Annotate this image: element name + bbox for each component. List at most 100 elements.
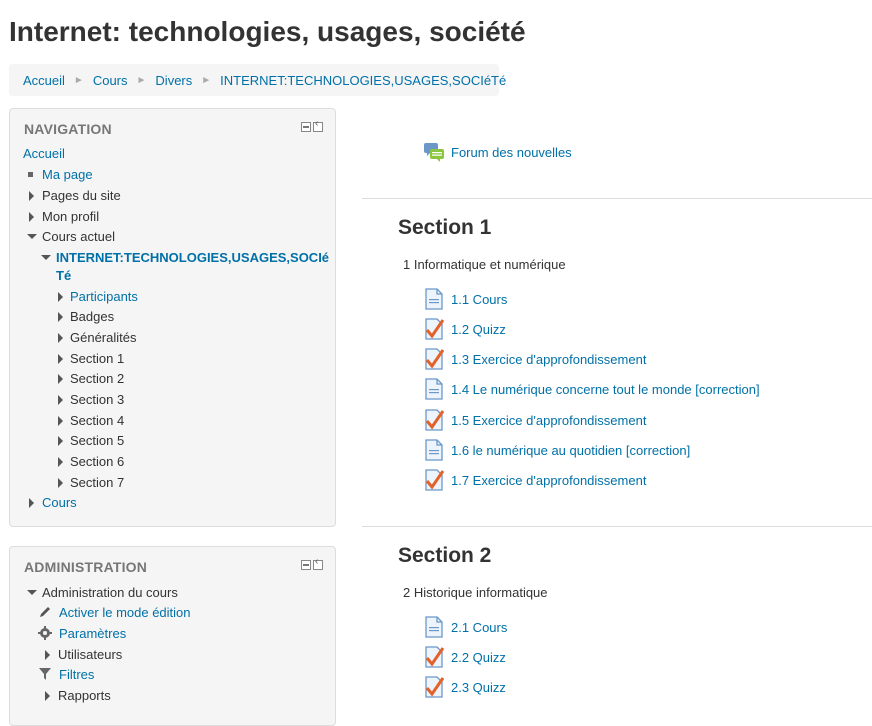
expanded-arrow-icon <box>41 255 51 260</box>
admin-users-label: Utilisateurs <box>58 647 123 662</box>
page-title: Internet: technologies, usages, société <box>9 16 526 47</box>
admin-course-admin[interactable]: Administration du cours <box>27 584 178 602</box>
quiz-icon <box>425 646 445 668</box>
activity-item[interactable]: 1.1 Cours <box>423 288 507 310</box>
nav-section-label: Section 2 <box>70 371 125 386</box>
page-icon <box>425 616 443 638</box>
minimize-icon[interactable] <box>301 560 311 570</box>
admin-filters[interactable]: Filtres <box>38 666 94 684</box>
activity-item[interactable]: 2.3 Quizz <box>423 676 506 698</box>
quiz-icon <box>425 318 445 340</box>
breadcrumb-separator-icon: ► <box>136 74 147 86</box>
nav-course-name[interactable]: INTERNET:TECHNOLOGIES,USAGES,SOCIé <box>41 249 329 267</box>
activity-item[interactable]: 1.6 le numérique au quotidien [correctio… <box>423 439 690 461</box>
dock-icon[interactable] <box>313 556 323 570</box>
nav-section-2[interactable]: Section 2 <box>56 370 124 388</box>
dock-icon[interactable] <box>313 118 323 132</box>
breadcrumb-course[interactable]: INTERNET:TECHNOLOGIES,USAGES,SOCIéTé <box>220 73 506 88</box>
administration-header: ADMINISTRATION <box>24 559 148 575</box>
activity-label[interactable]: 2.2 Quizz <box>451 650 506 665</box>
nav-current-course-label: Cours actuel <box>42 229 115 244</box>
admin-edit-mode-label[interactable]: Activer le mode édition <box>59 605 191 620</box>
nav-section-label: Section 6 <box>70 454 125 469</box>
activity-label[interactable]: 2.1 Cours <box>451 620 507 635</box>
nav-section-4[interactable]: Section 4 <box>56 412 124 430</box>
activity-item[interactable]: 1.3 Exercice d'approfondissement <box>423 348 646 370</box>
nav-section-7[interactable]: Section 7 <box>56 474 124 492</box>
activity-item[interactable]: 1.7 Exercice d'approfondissement <box>423 469 646 491</box>
bullet-icon <box>28 172 33 177</box>
nav-badges[interactable]: Badges <box>56 308 114 326</box>
activity-item[interactable]: 1.4 Le numérique concerne tout le monde … <box>423 378 760 400</box>
nav-my-page[interactable]: Ma page <box>27 166 93 184</box>
page-icon <box>425 439 443 461</box>
nav-home[interactable]: Accueil <box>23 145 65 163</box>
nav-courses-label[interactable]: Cours <box>42 495 77 510</box>
nav-participants[interactable]: Participants <box>56 288 138 306</box>
collapsed-arrow-icon <box>58 436 63 446</box>
breadcrumb-category[interactable]: Divers <box>155 73 192 88</box>
collapsed-arrow-icon <box>58 457 63 467</box>
expanded-arrow-icon <box>27 590 37 595</box>
nav-generalities[interactable]: Généralités <box>56 329 136 347</box>
forum-news-label[interactable]: Forum des nouvelles <box>451 145 572 160</box>
activity-label[interactable]: 1.4 Le numérique concerne tout le monde … <box>451 382 760 397</box>
activity-item[interactable]: 1.5 Exercice d'approfondissement <box>423 409 646 431</box>
nav-participants-label[interactable]: Participants <box>70 289 138 304</box>
nav-section-3[interactable]: Section 3 <box>56 391 124 409</box>
admin-edit-mode[interactable]: Activer le mode édition <box>38 604 191 622</box>
collapsed-arrow-icon <box>58 374 63 384</box>
page-icon <box>425 378 443 400</box>
filter-icon <box>39 668 51 680</box>
gear-icon <box>38 626 52 640</box>
nav-site-pages[interactable]: Pages du site <box>27 187 121 205</box>
breadcrumb-courses[interactable]: Cours <box>93 73 128 88</box>
admin-reports[interactable]: Rapports <box>43 687 111 705</box>
nav-section-label: Section 7 <box>70 475 125 490</box>
administration-controls <box>301 556 323 570</box>
activity-label[interactable]: 1.5 Exercice d'approfondissement <box>451 413 646 428</box>
admin-settings-label[interactable]: Paramètres <box>59 626 126 641</box>
nav-my-profile[interactable]: Mon profil <box>27 208 99 226</box>
nav-section-label: Section 1 <box>70 351 125 366</box>
collapsed-arrow-icon <box>45 691 50 701</box>
nav-badges-label: Badges <box>70 309 115 324</box>
activity-label[interactable]: 1.6 le numérique au quotidien [correctio… <box>451 443 690 458</box>
admin-users[interactable]: Utilisateurs <box>43 646 122 664</box>
collapsed-arrow-icon <box>58 478 63 488</box>
nav-course-name-line2[interactable]: Té <box>56 267 71 285</box>
section-title: Section 2 <box>398 544 492 567</box>
nav-course-name-line1[interactable]: INTERNET:TECHNOLOGIES,USAGES,SOCIé <box>56 250 329 265</box>
administration-block: ADMINISTRATION Administration du cours A… <box>9 546 336 726</box>
nav-section-6[interactable]: Section 6 <box>56 453 124 471</box>
quiz-icon <box>425 409 445 431</box>
admin-settings[interactable]: Paramètres <box>38 625 126 643</box>
activity-item[interactable]: 1.2 Quizz <box>423 318 506 340</box>
nav-section-1[interactable]: Section 1 <box>56 350 124 368</box>
nav-courses[interactable]: Cours <box>27 494 77 512</box>
activity-label[interactable]: 1.1 Cours <box>451 292 507 307</box>
activity-label[interactable]: 1.7 Exercice d'approfondissement <box>451 473 646 488</box>
navigation-block: NAVIGATION Accueil Ma page Pages du site… <box>9 108 336 527</box>
collapsed-arrow-icon <box>29 212 34 222</box>
activity-label[interactable]: 1.2 Quizz <box>451 322 506 337</box>
nav-my-profile-label: Mon profil <box>42 209 100 224</box>
collapsed-arrow-icon <box>58 312 63 322</box>
expanded-arrow-icon <box>27 234 37 239</box>
activity-item[interactable]: 2.1 Cours <box>423 616 507 638</box>
activity-label[interactable]: 2.3 Quizz <box>451 680 506 695</box>
breadcrumb-home[interactable]: Accueil <box>23 73 65 88</box>
nav-section-5[interactable]: Section 5 <box>56 432 124 450</box>
nav-current-course[interactable]: Cours actuel <box>27 228 115 246</box>
pencil-icon <box>40 607 50 617</box>
collapsed-arrow-icon <box>58 292 63 302</box>
activity-item[interactable]: 2.2 Quizz <box>423 646 506 668</box>
nav-my-page-label[interactable]: Ma page <box>42 167 93 182</box>
forum-news[interactable]: Forum des nouvelles <box>423 141 572 163</box>
nav-section-label: Section 4 <box>70 413 125 428</box>
quiz-icon <box>425 469 445 491</box>
admin-filters-label[interactable]: Filtres <box>59 667 94 682</box>
activity-label[interactable]: 1.3 Exercice d'approfondissement <box>451 352 646 367</box>
forum-icon <box>424 143 444 162</box>
minimize-icon[interactable] <box>301 122 311 132</box>
